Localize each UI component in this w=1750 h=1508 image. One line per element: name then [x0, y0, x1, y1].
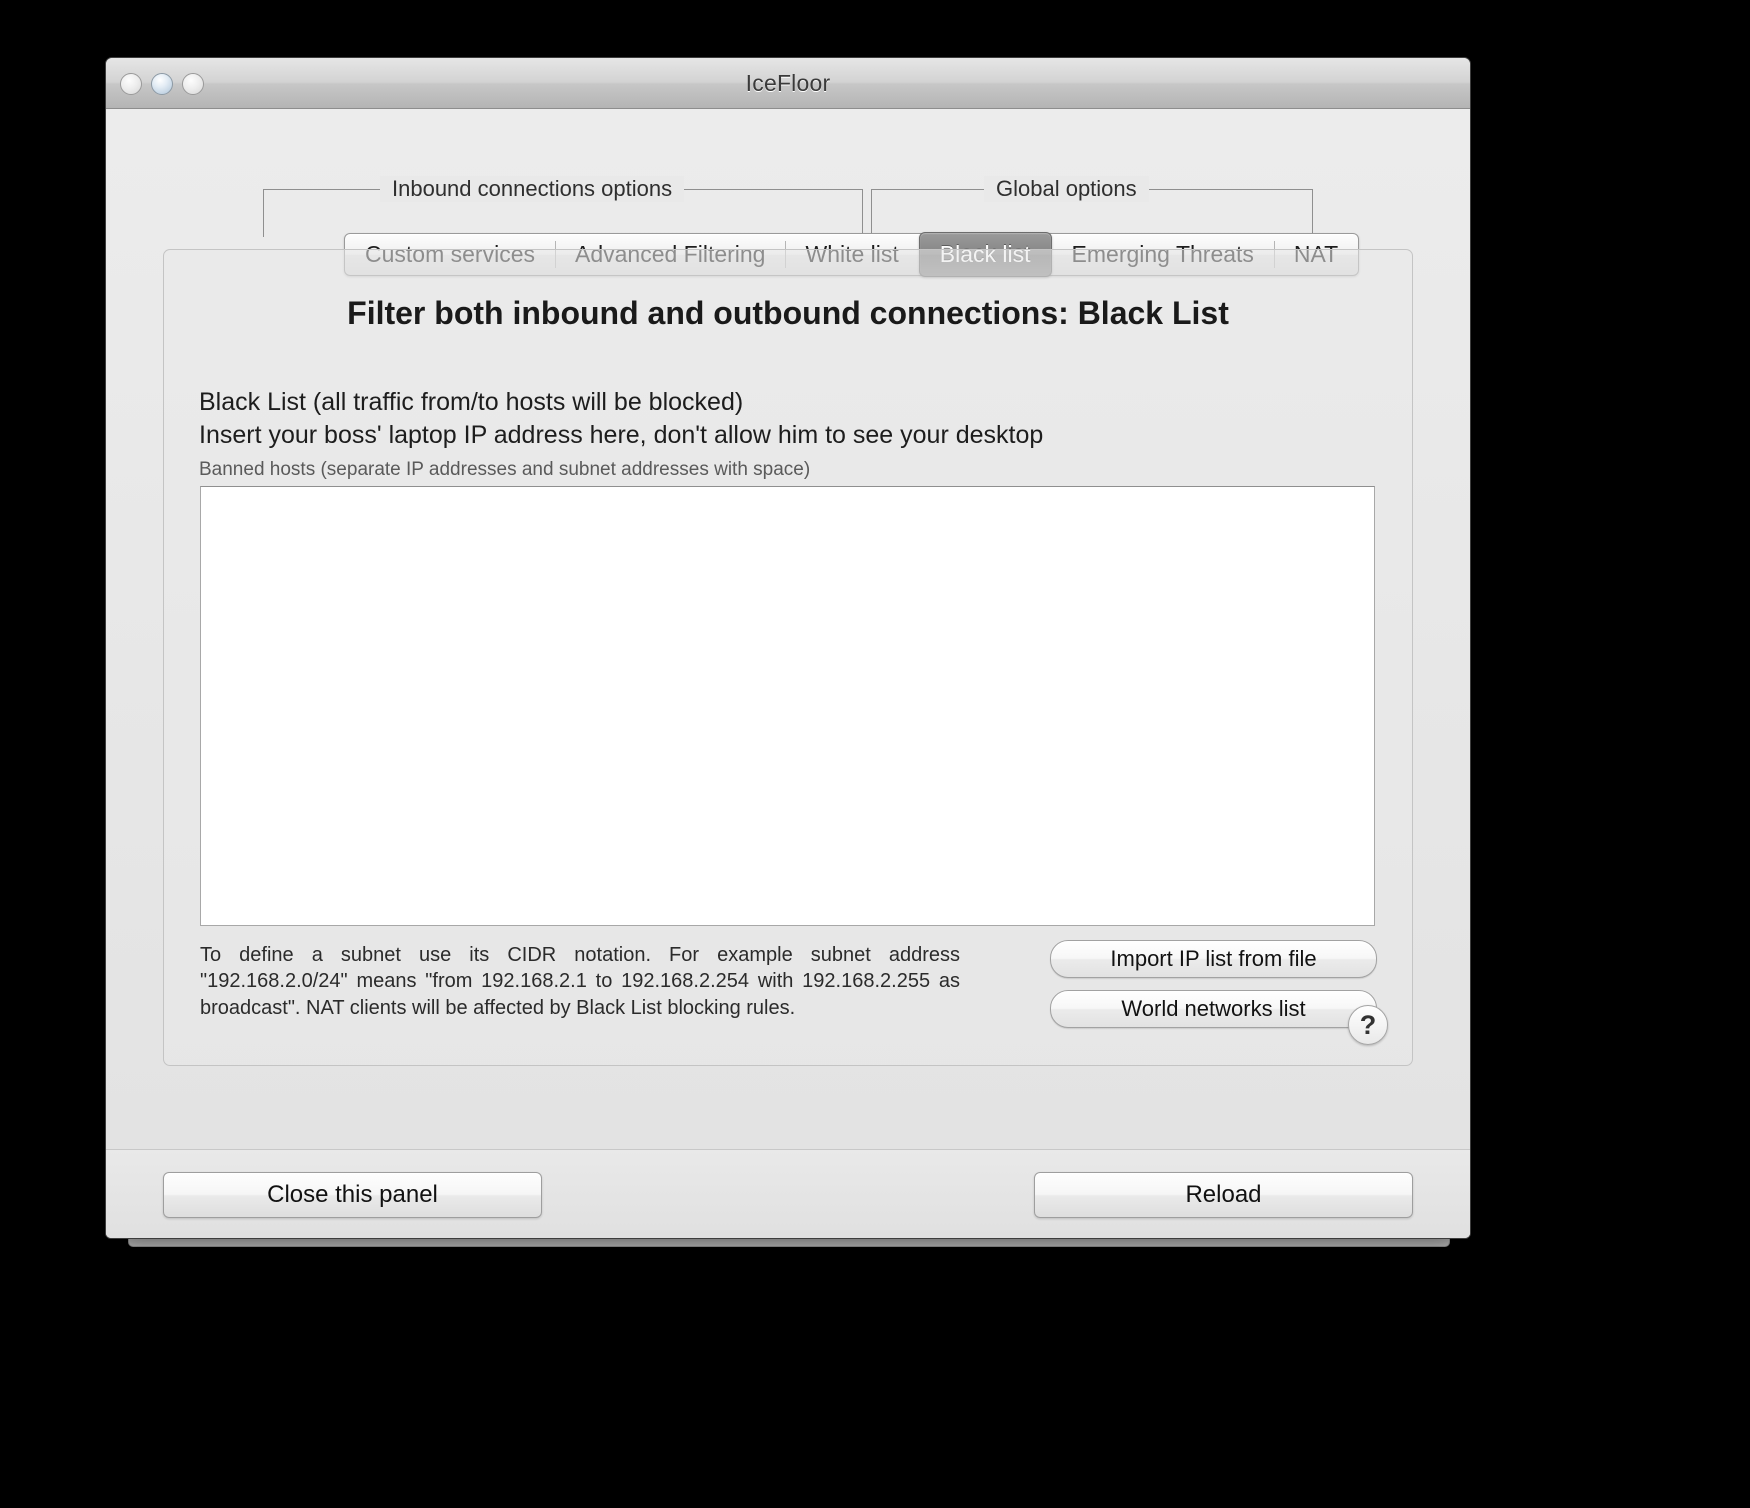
reload-button[interactable]: Reload [1034, 1172, 1413, 1218]
page-title: Filter both inbound and outbound connect… [347, 295, 1229, 331]
inbound-options-bracket: Inbound connections options [263, 176, 863, 237]
import-ip-list-button[interactable]: Import IP list from file [1050, 940, 1377, 978]
screen: Firewall Inbound Outbound Black list Too… [0, 0, 1750, 1508]
sheet-body: Inbound connections options Global optio… [106, 109, 1470, 1238]
banned-hosts-label: Banned hosts (separate IP addresses and … [199, 459, 811, 480]
global-options-caption: Global options [984, 176, 1149, 202]
help-icon[interactable]: ? [1348, 1005, 1388, 1045]
black-list-hint: Insert your boss' laptop IP address here… [199, 421, 1044, 449]
title-bar: IceFloor [106, 58, 1470, 109]
side-button-group: Import IP list from file World networks … [1050, 940, 1377, 1028]
black-list-panel: Filter both inbound and outbound connect… [163, 249, 1413, 1066]
window-title: IceFloor [745, 70, 831, 96]
cidr-help-text: To define a subnet use its CIDR notation… [200, 944, 960, 1019]
bottom-bar: Close this panel Reload [106, 1149, 1470, 1238]
close-this-panel-button[interactable]: Close this panel [163, 1172, 542, 1218]
global-options-bracket: Global options [871, 176, 1313, 237]
world-networks-list-button[interactable]: World networks list [1050, 990, 1377, 1028]
icefloor-window: IceFloor Inbound connections options Glo… [105, 57, 1471, 1239]
inbound-options-caption: Inbound connections options [380, 176, 685, 202]
banned-hosts-input[interactable] [200, 486, 1375, 926]
black-list-description: Black List (all traffic from/to hosts wi… [199, 388, 744, 416]
